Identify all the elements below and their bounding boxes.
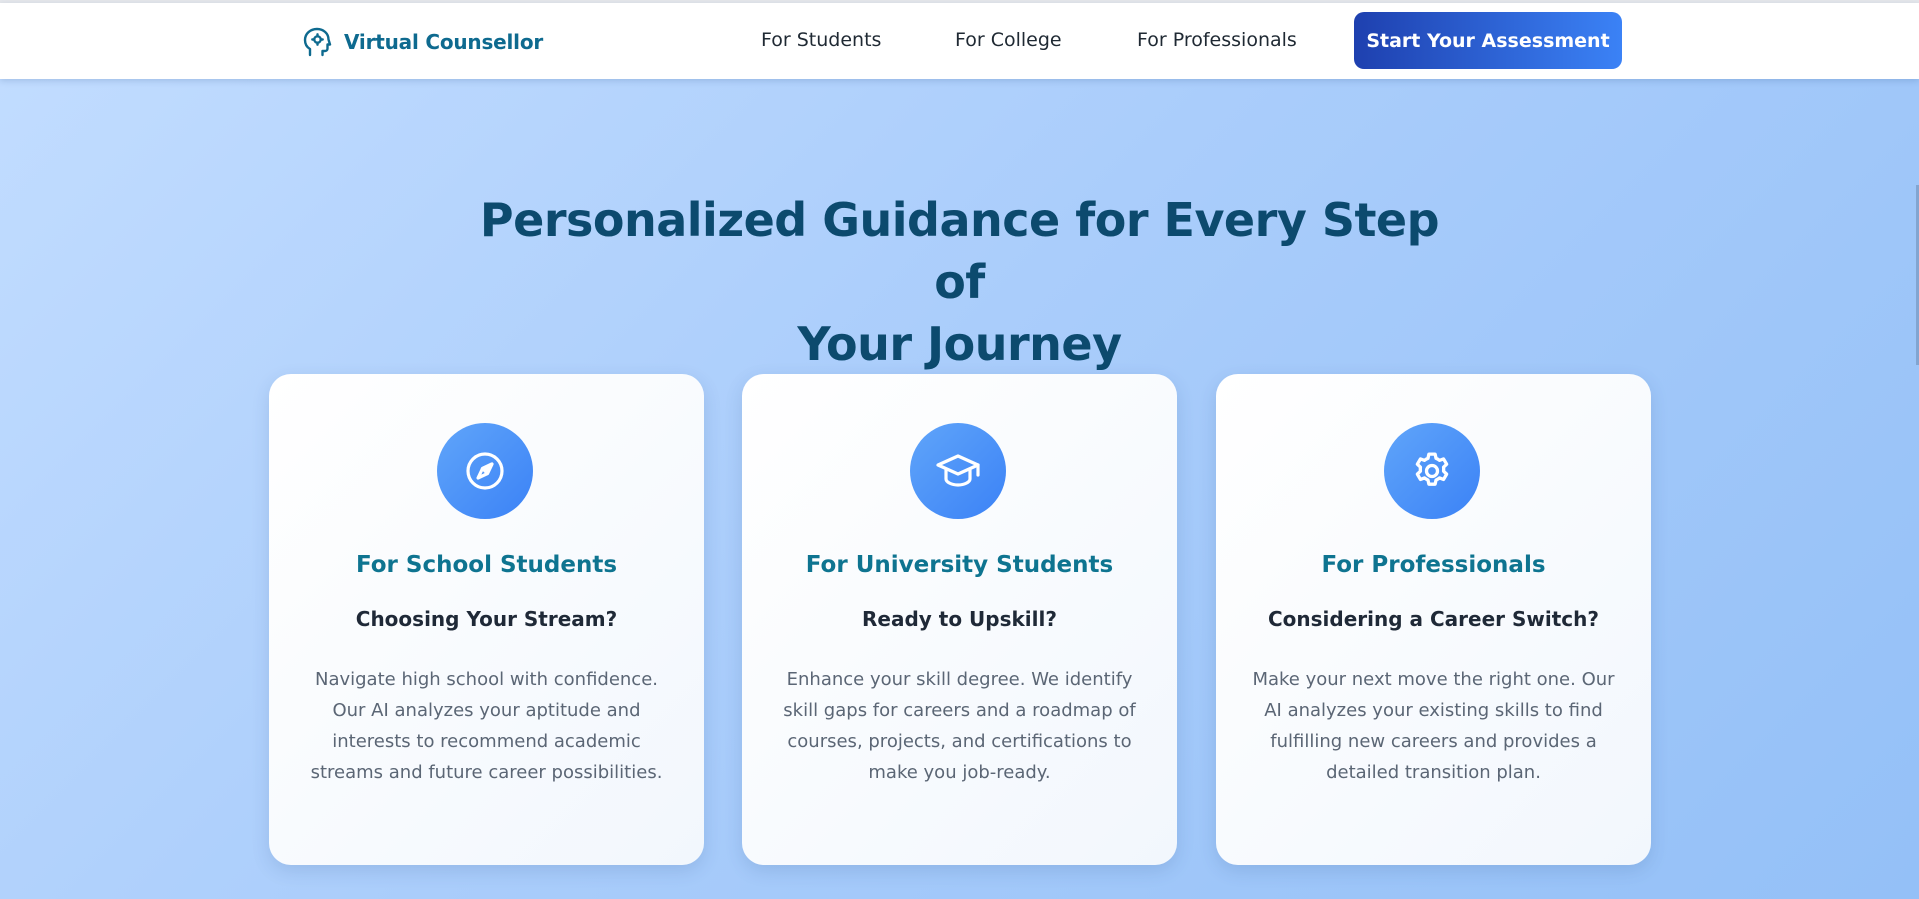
card-description: Make your next move the right one. Our A… — [1252, 669, 1615, 783]
card-title: For Professionals — [1321, 552, 1546, 578]
nav-for-college[interactable]: For College — [955, 29, 1062, 51]
card-description: Navigate high school with confidence. Ou… — [310, 669, 663, 783]
card-title: For School Students — [355, 552, 618, 578]
start-assessment-button[interactable]: Start Your Assessment — [1354, 12, 1622, 69]
brain-head-icon — [302, 26, 332, 58]
card-description: Enhance your skill degree. We identify s… — [783, 669, 1136, 783]
section-title: Personalized Guidance for Every Step of … — [460, 189, 1459, 375]
card-subtitle: Choosing Your Stream? — [355, 607, 618, 631]
card-subtitle: Ready to Upskill? — [862, 607, 1057, 631]
card-subtitle: Considering a Career Switch? — [1268, 607, 1599, 631]
section-title-line-1: Personalized Guidance for Every Step of — [479, 193, 1440, 309]
brand-name: Virtual Counsellor — [344, 30, 544, 54]
card-title: For University Students — [805, 552, 1114, 578]
compass-icon — [437, 423, 533, 519]
brand-logo[interactable]: Virtual Counsellor — [302, 25, 543, 59]
nav-for-professionals[interactable]: For Professionals — [1137, 29, 1297, 51]
guidance-section: Personalized Guidance for Every Step of … — [0, 79, 1919, 899]
card-school-students: For School Students Choosing Your Stream… — [269, 374, 704, 865]
card-university-students: For University Students Ready to Upskill… — [742, 374, 1177, 865]
graduation-cap-icon — [910, 423, 1006, 519]
section-title-line-2: Your Journey — [797, 317, 1122, 371]
card-professionals: For Professionals Considering a Career S… — [1216, 374, 1651, 865]
nav-for-students[interactable]: For Students — [761, 29, 881, 51]
site-header: Virtual Counsellor For Students For Coll… — [0, 3, 1919, 79]
gear-icon — [1384, 423, 1480, 519]
